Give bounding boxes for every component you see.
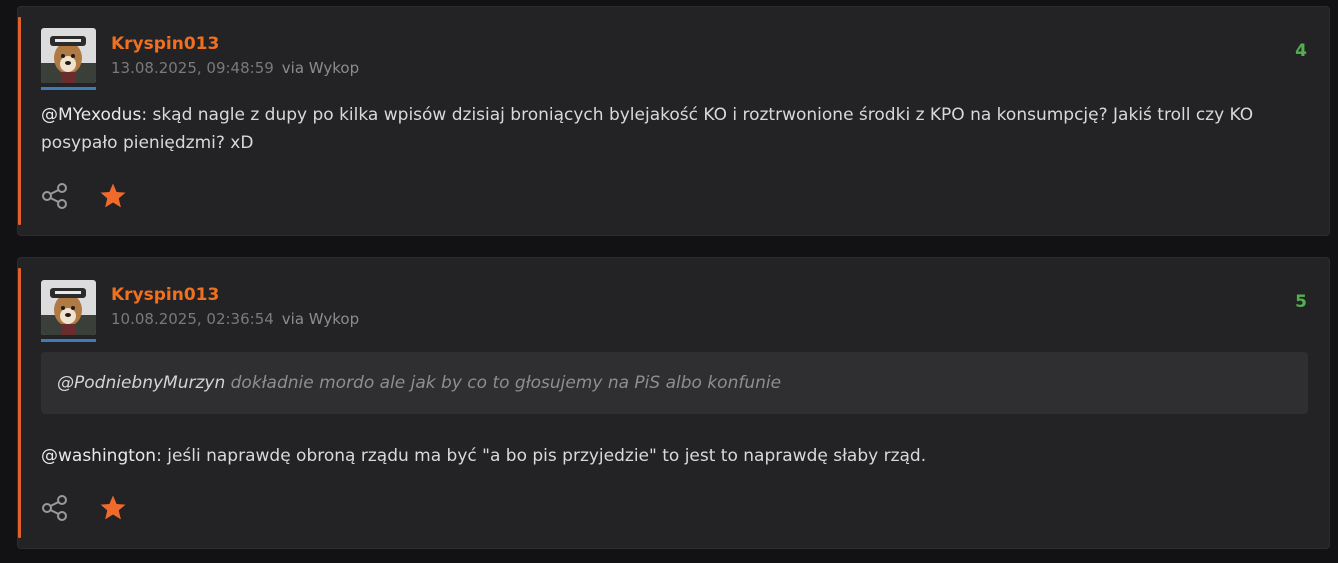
vote-count: 5	[1295, 292, 1307, 312]
star-icon	[100, 183, 126, 208]
comment-accent-bar	[18, 17, 21, 225]
comment-meta: 10.08.2025, 02:36:54 via Wykop	[111, 310, 359, 328]
comment-card: Kryspin013 13.08.2025, 09:48:59 via Wykop…	[17, 6, 1330, 236]
comment-text: : skąd nagle z dupy po kilka wpisów dzis…	[41, 105, 1254, 153]
quote-text: dokładnie mordo ale jak by co to głosuje…	[225, 373, 782, 393]
mention-link[interactable]: @washington	[41, 446, 156, 466]
share-button[interactable]	[40, 493, 70, 523]
favorite-button[interactable]	[98, 493, 128, 523]
share-icon	[42, 183, 67, 209]
comment-card: Kryspin013 10.08.2025, 02:36:54 via Wykop…	[17, 257, 1330, 549]
share-icon	[42, 495, 67, 521]
quote-mention-link[interactable]: @PodniebnyMurzyn	[57, 373, 225, 393]
avatar[interactable]	[41, 280, 96, 335]
comment-meta: 13.08.2025, 09:48:59 via Wykop	[111, 59, 359, 77]
quoted-comment: @PodniebnyMurzyn dokładnie mordo ale jak…	[41, 352, 1308, 414]
comment-date[interactable]: 10.08.2025, 02:36:54	[111, 310, 274, 328]
author-name[interactable]: Kryspin013	[111, 34, 219, 54]
favorite-button[interactable]	[98, 181, 128, 211]
star-icon	[100, 495, 126, 520]
mention-link[interactable]: @MYexodus	[41, 105, 141, 125]
vote-count: 4	[1295, 41, 1307, 61]
comment-text: : jeśli naprawdę obroną rządu ma być "a …	[156, 446, 927, 466]
avatar-image	[41, 280, 96, 335]
comment-body: @MYexodus: skąd nagle z dupy po kilka wp…	[41, 101, 1309, 157]
avatar-underline	[41, 339, 96, 342]
author-name[interactable]: Kryspin013	[111, 285, 219, 305]
comment-body: @washington: jeśli naprawdę obroną rządu…	[41, 442, 1309, 470]
comment-date[interactable]: 13.08.2025, 09:48:59	[111, 59, 274, 77]
comment-source: via Wykop	[281, 59, 360, 77]
avatar[interactable]	[41, 28, 96, 83]
avatar-underline	[41, 87, 96, 90]
avatar-image	[41, 28, 96, 83]
comment-accent-bar	[18, 268, 21, 538]
share-button[interactable]	[40, 181, 70, 211]
comment-source: via Wykop	[281, 310, 360, 328]
